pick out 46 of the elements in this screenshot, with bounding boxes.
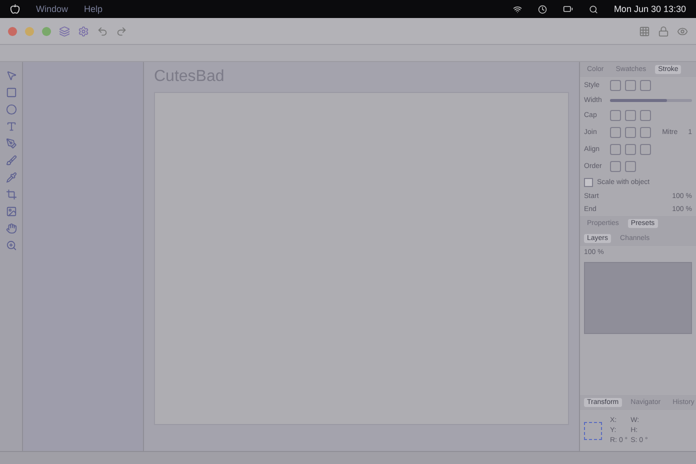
lock-icon[interactable] [658,26,669,36]
layers-icon[interactable] [59,26,70,36]
stroke-option-icon[interactable] [640,127,651,138]
grid-icon[interactable] [639,26,650,36]
stroke-option-icon[interactable] [610,127,621,138]
stroke-option-icon[interactable] [640,144,651,155]
clock-icon[interactable] [538,4,547,14]
stroke-option-icon[interactable] [625,161,636,172]
eye-icon[interactable] [677,26,688,36]
anchor-grid-icon[interactable] [584,422,602,440]
checkbox[interactable] [584,178,593,187]
stroke-option-icon[interactable] [640,110,651,121]
menu-item[interactable]: Help [84,4,103,14]
width-slider[interactable] [610,99,668,102]
crop-icon[interactable] [6,189,16,200]
hand-icon[interactable] [6,223,16,234]
stroke-option-icon[interactable] [610,80,621,91]
menu-bar-clock: Mon Jun 30 13:30 [614,4,686,14]
minimize-button[interactable] [25,26,34,36]
stroke-option-icon[interactable] [640,80,651,91]
rectangle-icon[interactable] [6,87,16,98]
stroke-option-icon[interactable] [625,144,636,155]
redo-icon[interactable] [116,26,127,36]
stroke-option-icon[interactable] [625,80,636,91]
settings-icon[interactable] [78,26,89,36]
zoom-icon[interactable] [6,240,16,251]
menu-item[interactable]: Window [36,4,68,14]
stroke-option-icon[interactable] [625,110,636,121]
stroke-option-icon[interactable] [610,144,621,155]
search-icon[interactable] [588,4,598,14]
stroke-option-icon[interactable] [610,110,621,121]
stroke-option-icon[interactable] [610,161,621,172]
pipette-icon[interactable] [6,172,16,183]
apple-icon[interactable] [10,4,20,14]
pen-icon[interactable] [6,138,16,149]
battery-icon[interactable] [562,4,573,14]
undo-icon[interactable] [97,26,108,36]
brush-icon[interactable] [6,155,16,166]
text-icon[interactable] [6,121,16,132]
pointer-icon[interactable] [6,70,16,81]
close-button[interactable] [8,26,17,36]
stroke-option-icon[interactable] [625,127,636,138]
ellipse-icon[interactable] [6,104,16,115]
image-icon[interactable] [6,206,16,217]
zoom-button[interactable] [42,26,51,36]
wifi-icon[interactable] [512,4,522,14]
